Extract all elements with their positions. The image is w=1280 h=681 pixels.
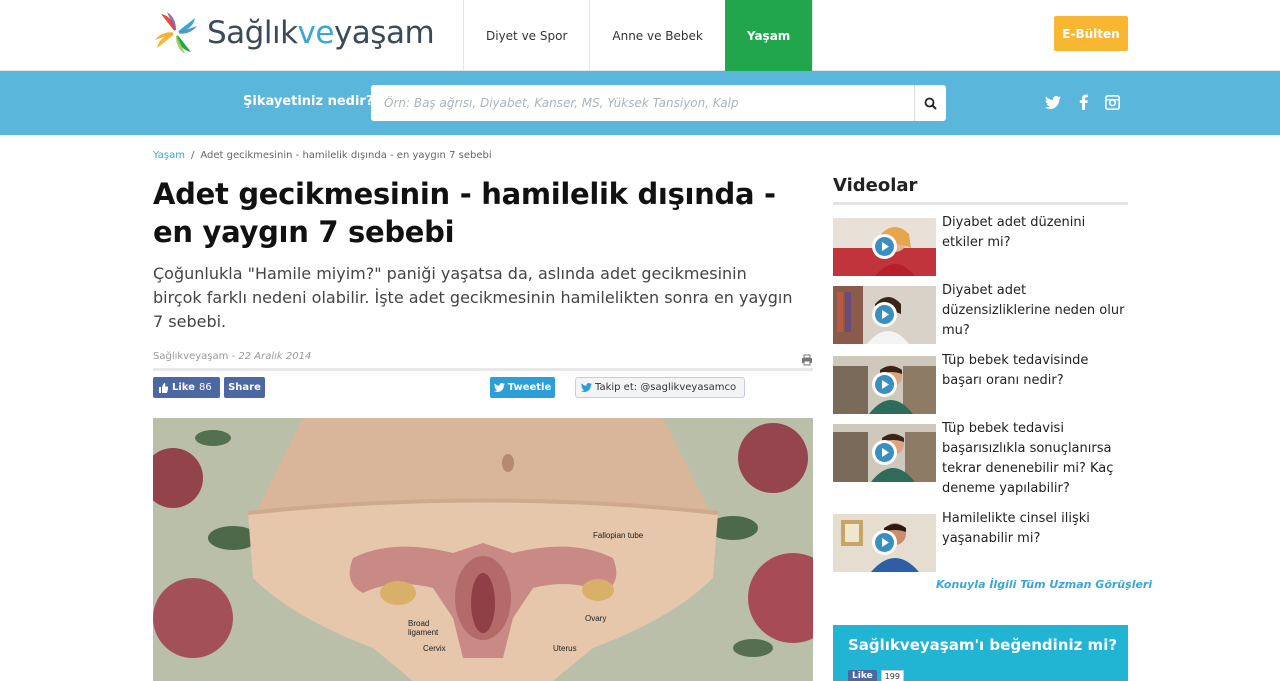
ebulten-button[interactable]: E-Bülten <box>1054 16 1128 51</box>
video-title[interactable]: Diyabet adet düzensizliklerine neden olu… <box>942 281 1128 344</box>
play-icon <box>872 372 897 397</box>
video-item[interactable]: Tüp bebek tedavisinde başarı oranı nedir… <box>833 353 1128 414</box>
video-item[interactable]: Diyabet adet düzensizliklerine neden olu… <box>833 283 1128 344</box>
search-input[interactable] <box>371 85 914 121</box>
meta-divider <box>153 368 813 371</box>
video-title[interactable]: Diyabet adet düzenini etkiler mi? <box>942 213 1128 276</box>
svg-text:Cervix: Cervix <box>423 644 446 653</box>
video-thumbnail[interactable] <box>833 218 936 276</box>
video-item[interactable]: Diyabet adet düzenini etkiler mi? <box>833 215 1128 276</box>
breadcrumb: Yaşam / Adet gecikmesinin - hamilelik dı… <box>153 150 492 161</box>
play-icon <box>872 302 897 327</box>
thumbs-up-icon <box>159 382 168 393</box>
svg-text:Broad: Broad <box>408 619 429 628</box>
like-box-like-button[interactable]: Like <box>848 670 877 681</box>
play-icon <box>872 530 897 555</box>
article-lead: Çoğunlukla "Hamile miyim?" paniği yaşats… <box>153 264 793 331</box>
video-title[interactable]: Tüp bebek tedavisinde başarı oranı nedir… <box>942 351 1128 414</box>
play-icon <box>872 440 897 465</box>
search-box <box>371 85 946 121</box>
facebook-like-box: Sağlıkveyaşam'ı beğendiniz mi? Like 199 <box>833 625 1128 681</box>
instagram-icon[interactable] <box>1103 93 1121 111</box>
nav-item-diyet-ve-spor[interactable]: Diyet ve Spor <box>463 0 589 71</box>
video-item[interactable]: Tüp bebek tedavisi başarısızlıkla sonuçl… <box>833 421 1128 499</box>
twitter-bird-icon <box>493 383 505 392</box>
tweet-button[interactable]: Tweetle <box>490 377 555 398</box>
video-thumbnail[interactable] <box>833 286 936 344</box>
svg-text:Fallopian tube: Fallopian tube <box>593 531 644 540</box>
facebook-share-button[interactable]: Share <box>224 377 265 398</box>
video-thumbnail[interactable] <box>833 356 936 414</box>
nav-item-anne-ve-bebek[interactable]: Anne ve Bebek <box>589 0 724 71</box>
like-count: 86 <box>198 382 212 393</box>
twitter-follow-button[interactable]: Takip et: @saglikveyasamco <box>575 377 745 398</box>
breadcrumb-current: Adet gecikmesinin - hamilelik dışında - … <box>200 150 492 161</box>
logo-pinwheel-icon <box>155 12 197 54</box>
article-author[interactable]: Sağlıkveyaşam <box>153 351 228 362</box>
like-box-count: 199 <box>880 669 904 681</box>
video-item[interactable]: Hamilelikte cinsel ilişki yaşanabilir mi… <box>833 511 1128 572</box>
video-title[interactable]: Tüp bebek tedavisi başarısızlıkla sonuçl… <box>942 419 1128 499</box>
like-box-title: Sağlıkveyaşam'ı beğendiniz mi? <box>848 636 1118 654</box>
article-meta: Sağlıkveyaşam - 22 Aralık 2014 <box>153 351 312 362</box>
share-row: Like 86 Share Tweetle Takip et: @saglikv… <box>153 377 813 399</box>
videos-heading: Videolar <box>833 175 918 196</box>
main-nav: Diyet ve Spor Anne ve Bebek Yaşam <box>463 0 814 71</box>
twitter-icon[interactable] <box>1044 93 1062 111</box>
site-logo[interactable]: Sağlıkveyaşam <box>153 10 435 56</box>
play-icon <box>872 234 897 259</box>
search-bar: Şikayetiniz nedir? <box>0 71 1280 135</box>
article-hero-image: Fallopian tube Broad ligament Ovary Cerv… <box>153 418 813 681</box>
video-thumbnail[interactable] <box>833 514 936 572</box>
svg-text:Ovary: Ovary <box>585 614 606 623</box>
search-label: Şikayetiniz nedir? <box>243 94 374 109</box>
nav-item-yasam[interactable]: Yaşam <box>724 0 814 71</box>
breadcrumb-link-yasam[interactable]: Yaşam <box>153 150 185 161</box>
video-thumbnail[interactable] <box>833 424 936 482</box>
facebook-icon[interactable] <box>1074 93 1092 111</box>
article-title: Adet gecikmesinin - hamilelik dışında - … <box>153 177 776 249</box>
search-icon <box>924 97 937 110</box>
video-title[interactable]: Hamilelikte cinsel ilişki yaşanabilir mi… <box>942 509 1128 572</box>
article-date: 22 Aralık 2014 <box>238 351 312 362</box>
svg-text:Uterus: Uterus <box>553 644 577 653</box>
all-expert-opinions-link[interactable]: Konuyla İlgili Tüm Uzman Görüşleri <box>936 578 1152 591</box>
videos-divider <box>833 202 1128 205</box>
twitter-bird-icon <box>581 383 592 392</box>
search-button[interactable] <box>914 85 946 121</box>
like-box-buttons: Like 199 <box>848 669 904 681</box>
breadcrumb-separator: / <box>190 150 195 161</box>
print-icon[interactable] <box>801 351 813 366</box>
site-header: Sağlıkveyaşam Diyet ve Spor Anne ve Bebe… <box>0 0 1280 71</box>
svg-text:ligament: ligament <box>408 628 439 637</box>
facebook-like-button[interactable]: Like 86 <box>153 377 220 398</box>
logo-text: Sağlıkveyaşam <box>207 15 435 51</box>
